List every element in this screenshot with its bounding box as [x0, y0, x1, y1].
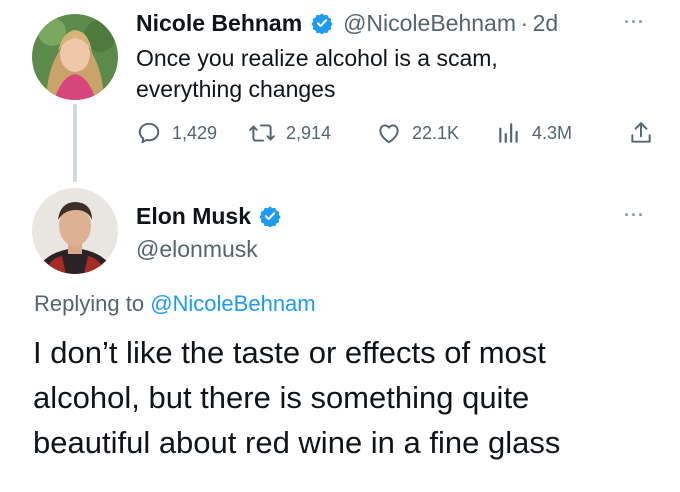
tweet-action-bar: 1,429 2,914 22.1K 4.3M — [136, 119, 656, 147]
verified-badge-icon — [310, 13, 333, 34]
like-count: 22.1K — [412, 122, 460, 143]
reply-icon — [138, 122, 160, 144]
reply-tweet-text-line: alcohol, but there is something quite — [33, 380, 530, 415]
reply-button[interactable]: 1,429 — [136, 119, 217, 147]
reply-more-options-icon[interactable]: ··· — [624, 205, 645, 226]
retweet-count: 2,914 — [286, 122, 332, 143]
views-button[interactable]: 4.3M — [496, 119, 572, 147]
replying-to-line: Replying to @NicoleBehnam — [34, 291, 316, 317]
parent-tweet-text: Once you realize alcohol is a scam, ever… — [136, 43, 498, 105]
replying-to-link[interactable]: @NicoleBehnam — [150, 291, 315, 316]
avatar-nicole-image — [32, 14, 118, 100]
views-icon — [499, 123, 518, 143]
avatar-elon-image — [32, 188, 118, 274]
parent-timestamp[interactable]: 2d — [533, 10, 559, 36]
reply-tweet-text-line: I don’t like the taste or effects of mos… — [33, 335, 546, 370]
reply-tweet-header: Elon Musk — [136, 203, 282, 230]
parent-tweet-text-line: Once you realize alcohol is a scam, — [136, 45, 498, 71]
thread-connector-line — [73, 104, 77, 182]
avatar-elon[interactable] — [32, 188, 118, 274]
reply-tweet-text-line: beautiful about red wine in a fine glass — [33, 425, 561, 460]
handle-time-separator: · — [520, 10, 529, 36]
share-button[interactable] — [628, 119, 654, 147]
reply-handle[interactable]: @elonmusk — [136, 236, 258, 263]
reply-author-name[interactable]: Elon Musk — [136, 203, 251, 229]
parent-author-name[interactable]: Nicole Behnam — [136, 10, 302, 36]
parent-tweet-header: Nicole Behnam @NicoleBehnam · 2d — [136, 10, 558, 37]
parent-handle[interactable]: @NicoleBehnam — [343, 10, 516, 36]
retweet-button[interactable]: 2,914 — [248, 119, 331, 147]
parent-tweet-text-line: everything changes — [136, 76, 336, 102]
share-icon — [631, 122, 651, 143]
replying-to-prefix: Replying to — [34, 291, 145, 316]
reply-count: 1,429 — [172, 122, 218, 143]
verified-badge-icon — [259, 206, 282, 227]
views-count: 4.3M — [532, 122, 573, 143]
retweet-icon — [249, 124, 275, 142]
parent-more-options-icon[interactable]: ··· — [624, 12, 645, 33]
like-icon — [379, 124, 399, 144]
like-button[interactable]: 22.1K — [376, 119, 459, 147]
avatar-nicole[interactable] — [32, 14, 118, 100]
reply-tweet-text: I don’t like the taste or effects of mos… — [33, 330, 560, 465]
